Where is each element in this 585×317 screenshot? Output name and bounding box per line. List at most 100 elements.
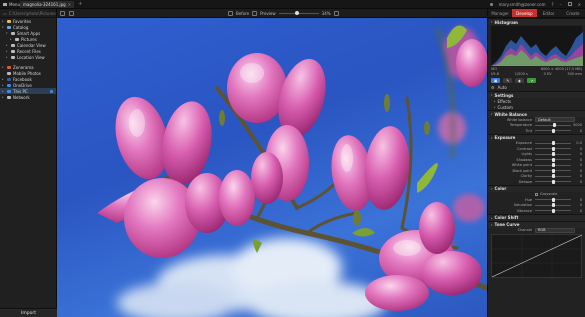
mode-tab[interactable]: Create [561, 9, 585, 17]
filmstrip-icon[interactable] [69, 10, 74, 16]
slider-track[interactable] [535, 168, 571, 173]
expand-icon[interactable]: ▸ [2, 19, 5, 23]
expand-icon[interactable]: ▸ [6, 55, 9, 59]
slider-track[interactable] [535, 203, 571, 208]
slider-knob[interactable] [551, 128, 555, 133]
slider-track[interactable] [535, 128, 571, 133]
document-tab[interactable]: magnolia-324161.jpg × [20, 1, 75, 8]
expand-icon[interactable]: ▸ [6, 43, 9, 47]
path-bar[interactable]: ▭ C:\Users\photo\Pictures [0, 9, 56, 18]
new-tab-icon[interactable]: + [78, 1, 82, 7]
tree-item-label: Smart Apps [17, 30, 41, 36]
slider-track[interactable] [535, 157, 571, 162]
preview-button[interactable]: Preview [260, 11, 276, 16]
slider-track[interactable] [535, 152, 571, 157]
zoom-knob[interactable] [294, 11, 299, 15]
slider-knob[interactable] [551, 208, 555, 213]
slider-value[interactable]: 0 [571, 203, 582, 207]
histogram-header[interactable]: ▾ Histogram [488, 18, 585, 25]
photo-canvas[interactable] [57, 18, 487, 317]
slider-knob[interactable] [551, 157, 555, 162]
expand-icon[interactable]: ▸ [2, 65, 5, 69]
tree-item[interactable]: ▸ Network [0, 94, 56, 100]
slider-track[interactable] [535, 123, 571, 128]
settings-header[interactable]: ▾ Settings [488, 91, 585, 98]
slider-knob[interactable] [551, 197, 555, 202]
gradient-tool-button[interactable]: ◐ [515, 78, 525, 83]
white-balance-header[interactable]: ▾ White Balance [488, 110, 585, 117]
channel-dropdown[interactable]: RGB [535, 227, 575, 233]
export-button[interactable]: ↗ [527, 78, 537, 83]
slider-track[interactable] [535, 208, 571, 213]
slider-knob[interactable] [551, 174, 555, 179]
slider-knob[interactable] [551, 203, 555, 208]
slider-value[interactable]: 0 [571, 180, 582, 184]
slider-knob[interactable] [553, 123, 557, 128]
zoom-value[interactable]: 34% [322, 11, 331, 16]
close-window-icon[interactable]: × [578, 2, 581, 7]
expand-icon[interactable]: ▾ [6, 31, 9, 35]
auto-button[interactable]: Auto [498, 85, 507, 90]
slider-value[interactable]: 0.0 [571, 141, 582, 145]
color-shift-header[interactable]: ▸ Color Shift [488, 213, 585, 221]
brush-tool-button[interactable]: ✎ [503, 78, 513, 83]
menu-button[interactable]: Menu [0, 2, 20, 7]
slider-knob[interactable] [551, 163, 555, 168]
grayscale-checkbox[interactable] [535, 192, 538, 196]
fit-icon[interactable] [333, 10, 339, 16]
expand-icon[interactable]: ▸ [10, 37, 13, 41]
user-avatar[interactable] [489, 2, 493, 6]
slider-label: White point [511, 163, 532, 168]
minimize-icon[interactable]: – [560, 2, 562, 7]
shutter-speed: 1/500 s [514, 72, 528, 76]
import-button[interactable]: Import [0, 308, 57, 317]
grid-view-icon[interactable] [60, 10, 65, 16]
preview-icon[interactable] [252, 10, 258, 16]
tone-curve-graph[interactable] [491, 234, 583, 278]
expand-icon[interactable]: ▸ [2, 89, 5, 93]
slider-knob[interactable] [551, 179, 555, 184]
expand-icon[interactable]: ▸ [2, 83, 5, 87]
slider-value[interactable]: 0 [571, 198, 582, 202]
slider-value[interactable]: 0 [571, 152, 582, 156]
slider-track[interactable] [535, 179, 571, 184]
color-header[interactable]: ▾ Color [488, 184, 585, 192]
slider-value[interactable]: 0 [571, 169, 582, 173]
slider-value[interactable]: 0 [571, 163, 582, 167]
white-balance-preset-dropdown[interactable]: Default [535, 117, 575, 123]
slider-value[interactable]: 0 [571, 129, 582, 133]
expand-icon[interactable]: ▾ [2, 25, 5, 29]
expand-icon[interactable]: ▸ [2, 95, 5, 99]
crop-tool-button[interactable]: ▣ [491, 78, 501, 83]
slider-knob[interactable] [551, 168, 555, 173]
slider-value[interactable]: 0 [571, 174, 582, 178]
tone-curve-header[interactable]: ▾ Tone Curve [488, 220, 585, 228]
mode-tab[interactable]: Manager [488, 9, 512, 17]
user-email[interactable]: mary.smith@zoner.com [499, 2, 546, 7]
slider-track[interactable] [535, 141, 571, 146]
slider-track[interactable] [535, 174, 571, 179]
slider-value[interactable]: 0 [571, 209, 582, 213]
onedrive-icon [7, 83, 11, 87]
mode-tab[interactable]: Editor [537, 9, 561, 17]
mode-tab[interactable]: Develop [512, 9, 537, 17]
slider-track[interactable] [535, 197, 571, 202]
exposure-header[interactable]: ▾ Exposure [488, 133, 585, 141]
help-icon[interactable]: ? [552, 2, 554, 7]
slider-knob[interactable] [551, 152, 555, 157]
expand-icon[interactable]: ▸ [6, 49, 9, 53]
slider-label: Black point [512, 168, 532, 173]
maximize-icon[interactable] [567, 2, 572, 6]
before-button[interactable]: Before [236, 11, 249, 16]
slider-value[interactable]: 0 [571, 147, 582, 151]
slider-track[interactable] [535, 163, 571, 168]
close-tab-icon[interactable]: × [68, 2, 71, 7]
slider-knob[interactable] [551, 141, 555, 146]
slider-knob[interactable] [551, 146, 555, 151]
expand-icon[interactable]: ▸ [2, 77, 5, 81]
slider-value[interactable]: 5000 [571, 123, 582, 127]
zoom-slider[interactable] [278, 11, 319, 15]
before-after-icon[interactable] [228, 10, 233, 16]
slider-value[interactable]: 0 [571, 158, 582, 162]
slider-track[interactable] [535, 146, 571, 151]
